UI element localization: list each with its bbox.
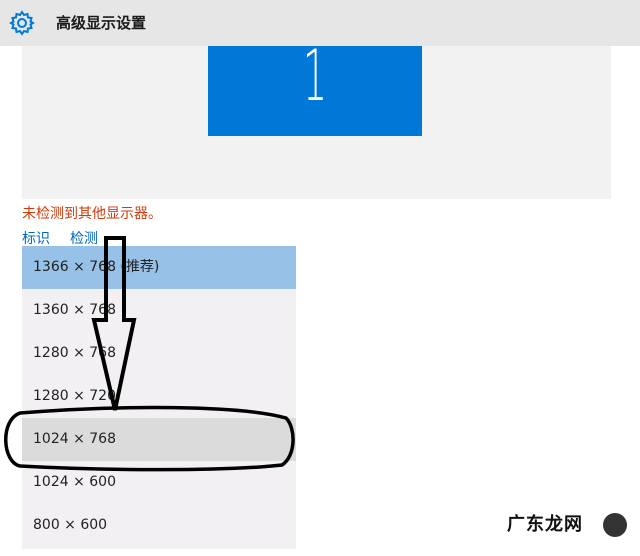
title-bar: 高级显示设置 xyxy=(0,0,640,46)
monitor-tile[interactable]: 1 xyxy=(208,46,422,136)
resolution-option-1280x768[interactable]: 1280 × 768 xyxy=(22,332,296,375)
gear-icon xyxy=(9,10,35,36)
resolution-dropdown[interactable]: 1366 × 768 (推荐) 1360 × 768 1280 × 768 12… xyxy=(22,246,296,549)
resolution-option-1280x720[interactable]: 1280 × 720 xyxy=(22,375,296,418)
monitor-number: 1 xyxy=(302,46,328,117)
resolution-option-1024x768[interactable]: 1024 × 768 xyxy=(22,418,296,461)
watermark-logo-icon xyxy=(603,513,627,537)
no-monitor-warning: 未检测到其他显示器。 xyxy=(22,206,162,222)
resolution-option-1360x768[interactable]: 1360 × 768 xyxy=(22,289,296,332)
watermark-text: 广东龙网 xyxy=(507,514,583,535)
window-title: 高级显示设置 xyxy=(56,14,147,32)
resolution-option-800x600[interactable]: 800 × 600 xyxy=(22,504,296,547)
resolution-option-1366x768[interactable]: 1366 × 768 (推荐) xyxy=(22,246,296,289)
resolution-option-1024x600[interactable]: 1024 × 600 xyxy=(22,461,296,504)
